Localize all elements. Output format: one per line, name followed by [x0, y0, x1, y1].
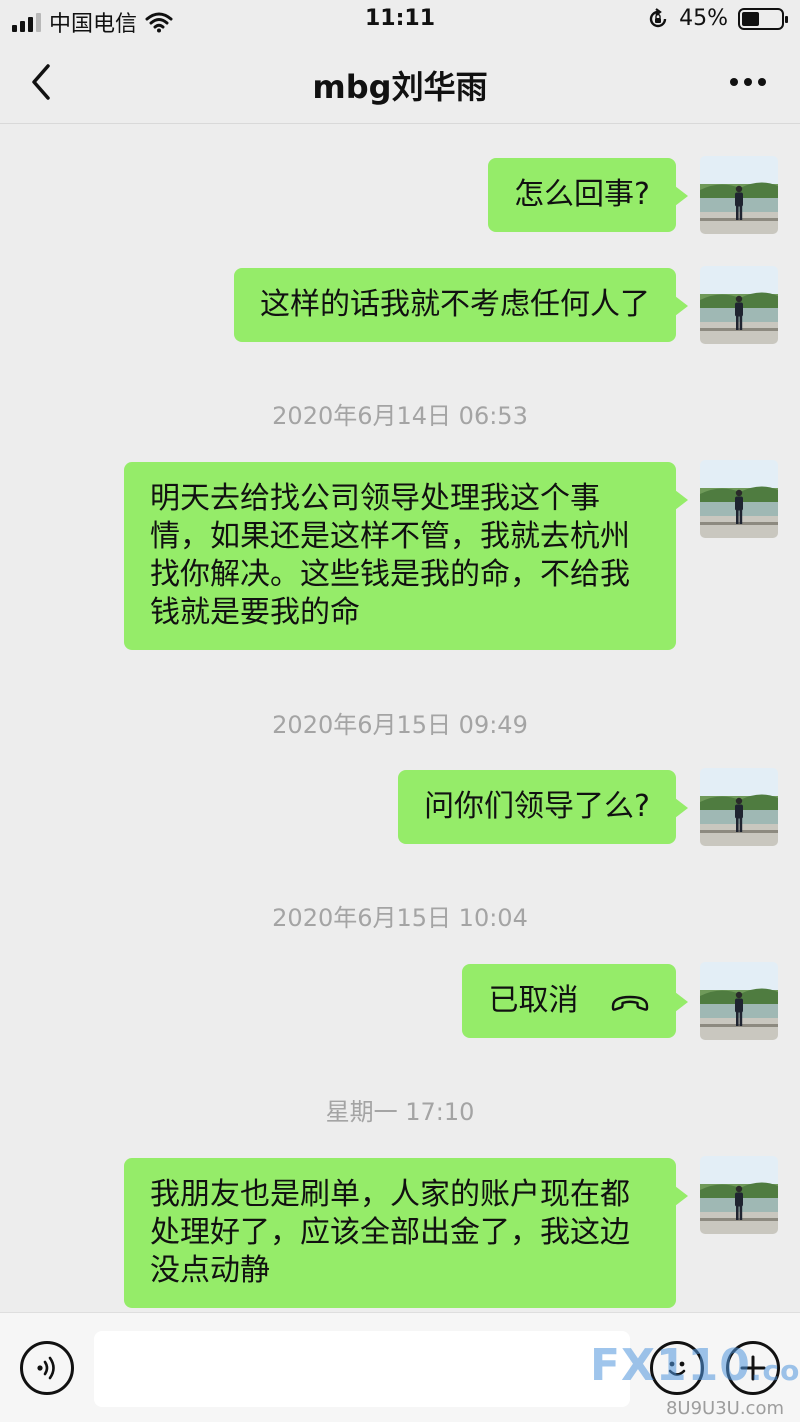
phone-hangup-icon [611, 995, 649, 1011]
status-bar: 中国电信 11:11 45% [0, 0, 800, 40]
message-input[interactable] [94, 1331, 630, 1407]
message-line: 情，如果还是这样不管，我就去杭州 [150, 519, 630, 554]
message-line: 处理好了，应该全部出金了，我这边 [150, 1215, 630, 1250]
battery-fill [742, 11, 760, 26]
emoji-icon [668, 1361, 686, 1376]
message-line: 找你解决。这些钱是我的命，不给我 [150, 557, 630, 592]
avatar[interactable] [700, 768, 778, 846]
voice-button[interactable] [20, 1341, 74, 1395]
voice-icon [37, 1356, 55, 1380]
chat-header: mbg刘华雨 [0, 40, 800, 124]
emoji-button[interactable] [650, 1341, 704, 1395]
avatar[interactable] [700, 1156, 778, 1234]
message-line: 明天去给找公司领导处理我这个事 [150, 481, 600, 516]
timestamp: 2020年6月15日 09:49 [272, 711, 528, 739]
message-line: 我朋友也是刷单，人家的账户现在都 [150, 1177, 630, 1212]
plus-icon [740, 1355, 766, 1381]
input-bar [0, 1312, 800, 1422]
message-bubble[interactable]: 这样的话我就不考虑任何人了 [234, 268, 688, 342]
message-text: 问你们领导了么? [424, 789, 650, 824]
message-line: 没点动静 [150, 1253, 270, 1288]
message-bubble[interactable]: 问你们领导了么? [398, 770, 688, 844]
battery-icon [738, 7, 788, 30]
call-status-text: 已取消 [488, 983, 579, 1018]
message-bubble[interactable]: 我朋友也是刷单，人家的账户现在都 处理好了，应该全部出金了，我这边 没点动静 [124, 1158, 688, 1308]
rotation-lock-icon [649, 7, 667, 27]
message-text: 怎么回事? [514, 177, 650, 212]
add-button[interactable] [726, 1341, 780, 1395]
avatar[interactable] [700, 156, 778, 234]
more-options-button[interactable] [720, 58, 776, 106]
timestamp: 2020年6月15日 10:04 [272, 904, 528, 932]
timestamp: 2020年6月14日 06:53 [272, 402, 528, 430]
avatar[interactable] [700, 266, 778, 344]
avatar[interactable] [700, 460, 778, 538]
battery-percent: 45% [679, 6, 728, 31]
timestamp: 星期一 17:10 [325, 1098, 475, 1126]
message-bubble[interactable]: 明天去给找公司领导处理我这个事 情，如果还是这样不管，我就去杭州 找你解决。这些… [124, 462, 688, 650]
avatar[interactable] [700, 962, 778, 1040]
message-text: 这样的话我就不考虑任何人了 [260, 287, 650, 322]
more-dots-icon [730, 78, 766, 86]
message-bubble[interactable]: 怎么回事? [488, 158, 688, 232]
message-line: 钱就是要我的命 [150, 595, 360, 630]
chat-title: mbg刘华雨 [312, 68, 488, 106]
status-right: 45% [647, 6, 788, 31]
call-bubble[interactable]: 已取消 [462, 964, 688, 1038]
